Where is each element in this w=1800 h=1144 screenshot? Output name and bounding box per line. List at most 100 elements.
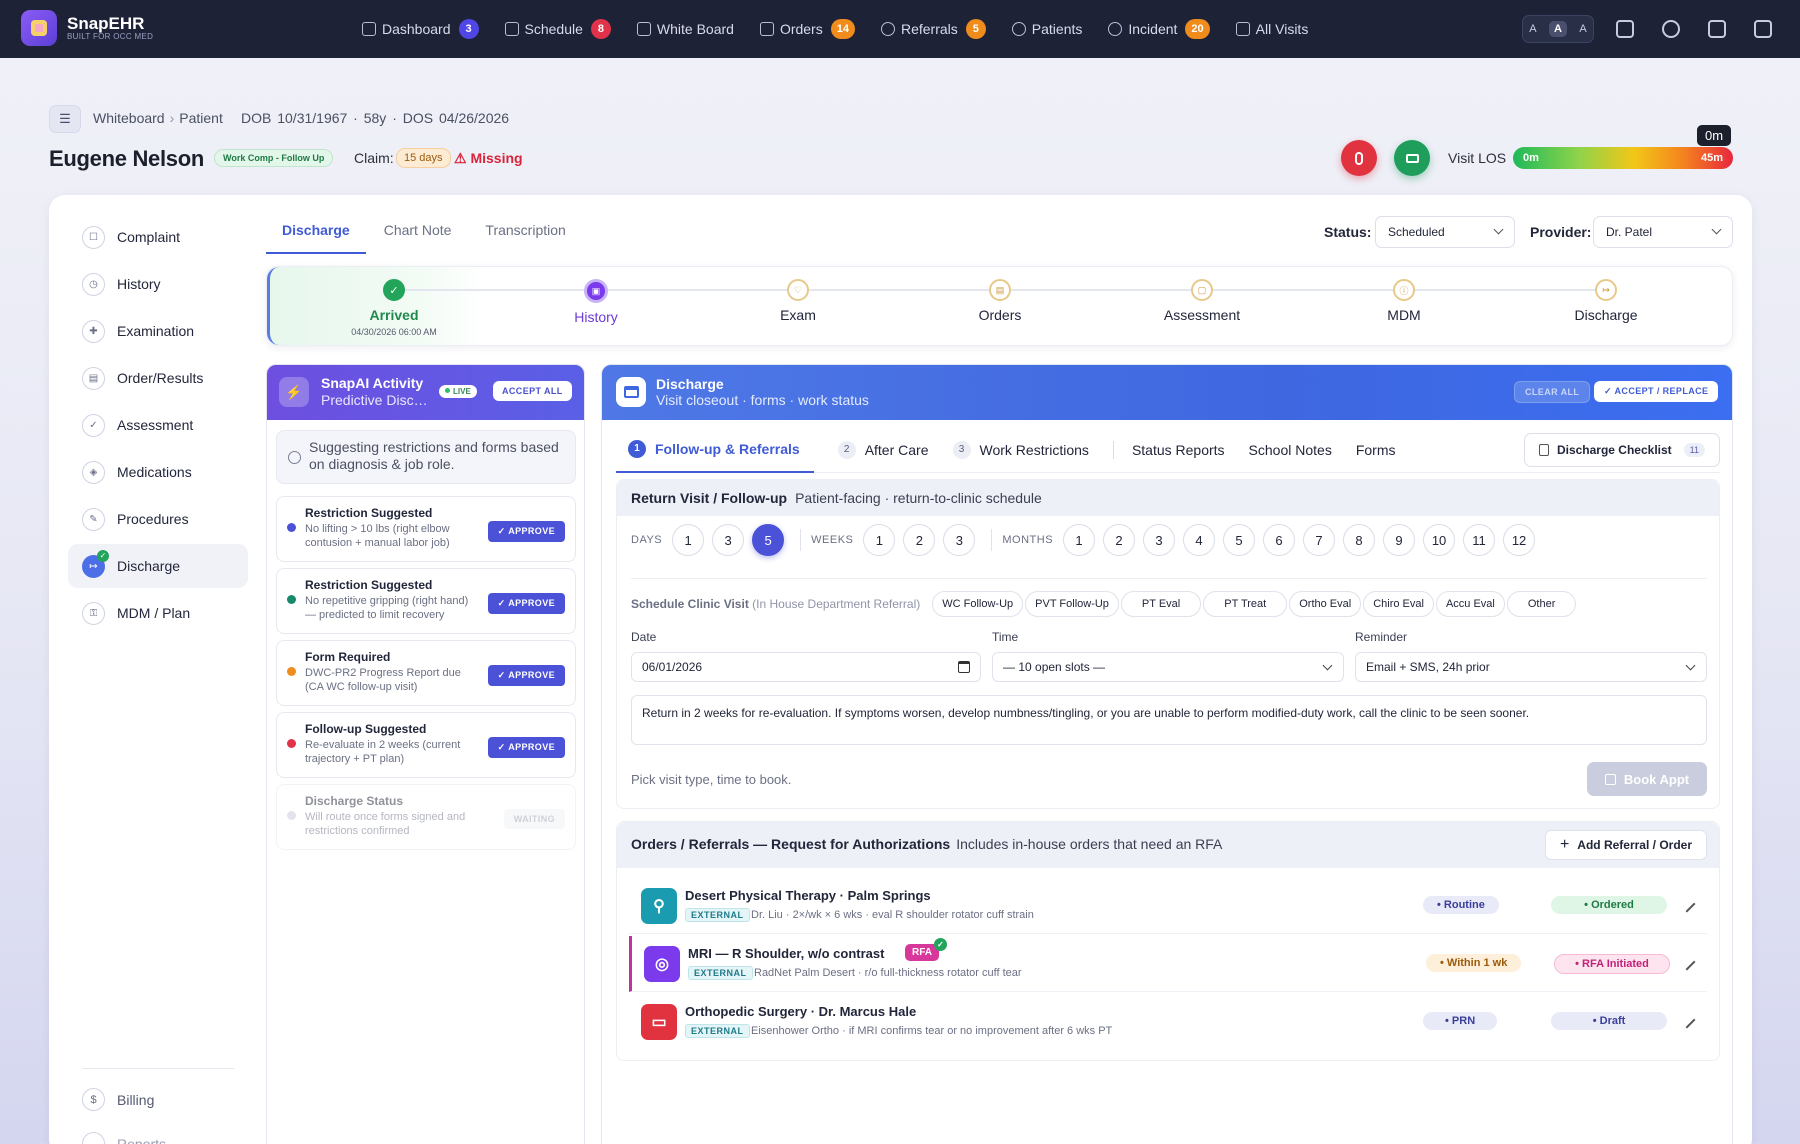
font-size-large[interactable]: A <box>1579 23 1586 35</box>
tab-status-reports[interactable]: Status Reports <box>1132 427 1225 473</box>
days-option[interactable]: 3 <box>712 524 745 556</box>
chevron-down-icon <box>1685 660 1696 671</box>
approve-button[interactable]: APPROVE <box>487 593 565 614</box>
sidebar-item-assessment[interactable]: ✓ Assessment <box>68 403 248 447</box>
step-history[interactable]: ▣ History <box>516 279 676 325</box>
months-option[interactable]: 11 <box>1463 524 1496 556</box>
step-orders[interactable]: ▤ Orders <box>920 279 1080 323</box>
step-exam[interactable]: ♡ Exam <box>718 279 878 323</box>
weeks-option[interactable]: 1 <box>863 524 896 556</box>
font-size-medium[interactable]: A <box>1549 21 1567 37</box>
months-option[interactable]: 9 <box>1383 524 1416 556</box>
font-size-small[interactable]: A <box>1529 23 1536 35</box>
months-option[interactable]: 1 <box>1063 524 1096 556</box>
visit-type-chip[interactable]: Chiro Eval <box>1363 591 1434 617</box>
book-appt-button[interactable]: Book Appt <box>1587 762 1707 796</box>
step-discharge[interactable]: ↦ Discharge <box>1526 279 1686 323</box>
visit-type-chip[interactable]: PT Treat <box>1203 591 1288 617</box>
sidebar-toggle-button[interactable]: ☰ <box>49 105 81 133</box>
provider-select[interactable]: Dr. Patel <box>1593 216 1733 248</box>
sidebar-item-procedures[interactable]: ✎ Procedures <box>68 497 248 541</box>
nav-incident[interactable]: Incident 20 <box>1108 19 1210 39</box>
add-referral-order-button[interactable]: Add Referral / Order <box>1544 830 1707 860</box>
visit-type-chip[interactable]: Other <box>1506 591 1577 617</box>
sidebar-item-history[interactable]: ◷ History <box>68 262 248 306</box>
order-row[interactable]: ◎ MRI — R Shoulder, w/o contrast RFA EXT… <box>629 936 1707 992</box>
accept-all-button[interactable]: ACCEPT ALL <box>493 381 572 401</box>
video-call-button[interactable] <box>1394 140 1430 176</box>
weeks-option[interactable]: 3 <box>943 524 976 556</box>
app-logo-icon[interactable] <box>21 10 57 46</box>
months-option[interactable]: 8 <box>1343 524 1376 556</box>
nav-orders[interactable]: Orders 14 <box>759 19 855 39</box>
months-option[interactable]: 10 <box>1423 524 1456 556</box>
tab-after-care[interactable]: 2 After Care <box>837 427 929 473</box>
approve-button[interactable]: APPROVE <box>487 521 565 542</box>
discharge-title: Discharge <box>656 376 724 392</box>
tab-follow-up-referrals[interactable]: 1 Follow-up & Referrals <box>616 427 814 473</box>
time-select[interactable]: — 10 open slots — <box>992 652 1344 682</box>
months-option[interactable]: 12 <box>1503 524 1536 556</box>
sidebar-item-examination[interactable]: ✚ Examination <box>68 309 248 353</box>
visit-type-chip[interactable]: WC Follow-Up <box>932 591 1024 617</box>
clear-all-button[interactable]: CLEAR ALL <box>1514 381 1591 403</box>
follow-up-instructions-textarea[interactable]: Return in 2 weeks for re-evaluation. If … <box>631 695 1707 745</box>
step-arrived[interactable]: ✓ Arrived 04/30/2026 06:00 AM <box>314 279 474 337</box>
nav-schedule[interactable]: Schedule 8 <box>504 19 611 39</box>
months-option[interactable]: 2 <box>1103 524 1136 556</box>
visit-type-chip[interactable]: PT Eval <box>1120 591 1202 617</box>
months-option[interactable]: 3 <box>1143 524 1176 556</box>
months-option[interactable]: 5 <box>1223 524 1256 556</box>
edit-pencil-icon[interactable] <box>1678 953 1696 971</box>
nav-referrals[interactable]: Referrals 5 <box>880 19 986 39</box>
logout-icon[interactable] <box>1754 20 1772 38</box>
dictation-button[interactable] <box>1341 140 1377 176</box>
breadcrumb-whiteboard[interactable]: Whiteboard <box>93 110 165 126</box>
visit-type-chip[interactable]: PVT Follow-Up <box>1025 591 1119 617</box>
calendar-icon[interactable] <box>958 661 970 673</box>
visit-type-chip[interactable]: Accu Eval <box>1435 591 1505 617</box>
approve-button[interactable]: APPROVE <box>487 665 565 686</box>
network-icon[interactable] <box>1662 20 1680 38</box>
sidebar-item-medications[interactable]: ◈ Medications <box>68 450 248 494</box>
nav-white-board[interactable]: White Board <box>636 21 734 37</box>
accept-replace-button[interactable]: ACCEPT / REPLACE <box>1594 381 1719 402</box>
tab-discharge[interactable]: Discharge <box>266 216 366 254</box>
discharge-checklist-button[interactable]: Discharge Checklist 11 <box>1523 433 1720 467</box>
months-option[interactable]: 4 <box>1183 524 1216 556</box>
chat-icon[interactable] <box>1616 20 1634 38</box>
weeks-option[interactable]: 2 <box>903 524 936 556</box>
edit-pencil-icon[interactable] <box>1678 895 1696 913</box>
sidebar-item-order-results[interactable]: ▤ Order/Results <box>68 356 248 400</box>
nav-all-visits[interactable]: All Visits <box>1235 21 1308 37</box>
lock-icon[interactable] <box>1708 20 1726 38</box>
sidebar-item-discharge[interactable]: ↦Discharge <box>68 544 248 588</box>
order-row[interactable]: ⚲ Desert Physical Therapy · Palm Springs… <box>629 878 1707 934</box>
months-option[interactable]: 7 <box>1303 524 1336 556</box>
reminder-select[interactable]: Email + SMS, 24h prior <box>1355 652 1707 682</box>
tab-school-notes[interactable]: School Notes <box>1249 427 1332 473</box>
tab-chart-note[interactable]: Chart Note <box>368 216 468 254</box>
tab-forms[interactable]: Forms <box>1356 427 1396 473</box>
date-input[interactable]: 06/01/2026 <box>631 652 981 682</box>
nav-dashboard[interactable]: Dashboard 3 <box>362 19 479 39</box>
claim-missing-alert[interactable]: ⚠ Missing <box>454 150 523 167</box>
approve-button[interactable]: APPROVE <box>487 737 565 758</box>
step-mdm[interactable]: ⓘ MDM <box>1324 279 1484 323</box>
sidebar-item-billing[interactable]: $ Billing <box>82 1088 154 1111</box>
step-assessment[interactable]: ▢ Assessment <box>1122 279 1282 323</box>
sidebar-item-complaint[interactable]: ☐ Complaint <box>68 215 248 259</box>
nav-patients[interactable]: Patients <box>1011 21 1082 37</box>
days-option[interactable]: 1 <box>672 524 705 556</box>
months-option[interactable]: 6 <box>1263 524 1296 556</box>
order-row[interactable]: ▭ Orthopedic Surgery · Dr. Marcus Hale E… <box>629 994 1707 1050</box>
sidebar-item-reports[interactable]: Reports <box>82 1132 166 1144</box>
visit-type-chip[interactable]: Ortho Eval <box>1289 591 1362 617</box>
tab-work-restrictions[interactable]: 3 Work Restrictions <box>952 427 1089 473</box>
breadcrumb-patient[interactable]: Patient <box>179 110 223 126</box>
status-select[interactable]: Scheduled <box>1375 216 1515 248</box>
edit-pencil-icon[interactable] <box>1678 1011 1696 1029</box>
tab-transcription[interactable]: Transcription <box>469 216 581 254</box>
sidebar-item-mdm-plan[interactable]: ⚿ MDM / Plan <box>68 591 248 635</box>
days-option-selected[interactable]: 5 <box>752 524 785 556</box>
